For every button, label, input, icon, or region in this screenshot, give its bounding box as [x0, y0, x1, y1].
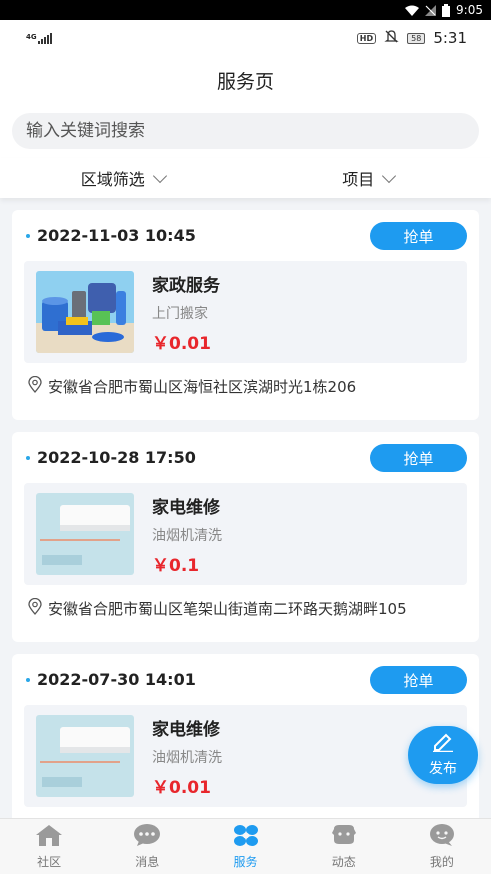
no-signal-icon [425, 4, 437, 16]
tab-service-label: 服务 [233, 855, 258, 869]
chevron-down-icon [382, 168, 397, 183]
tab-mine-label: 我的 [429, 855, 454, 869]
service-price: ￥0.01 [152, 334, 211, 354]
order-detail[interactable]: 家政服务 上门搬家 ￥0.01 [24, 261, 467, 363]
order-card[interactable]: 2022-10-28 17:50 抢单 家电维修 油烟机清洗 ￥0.1 安徽省合… [12, 432, 479, 642]
pencil-icon [431, 732, 455, 756]
tab-mine[interactable]: 我的 [393, 819, 491, 874]
tab-messages[interactable]: 消息 [98, 819, 196, 874]
order-detail[interactable]: 家电维修 油烟机清洗 ￥0.01 [24, 705, 467, 807]
hd-badge: HD [356, 32, 377, 44]
order-datetime: 2022-07-30 14:01 [26, 670, 196, 689]
service-price: ￥0.01 [152, 778, 211, 798]
order-datetime: 2022-10-28 17:50 [26, 448, 196, 467]
mute-bell-icon [384, 29, 399, 48]
order-address-text: 安徽省合肥市蜀山区海恒社区滨湖时光1栋206 [48, 378, 357, 396]
order-address: 安徽省合肥市蜀山区笔架山街道南二环路天鹅湖畔105 [28, 597, 407, 619]
filter-project-label: 项目 [342, 170, 375, 189]
service-title: 家电维修 [152, 498, 220, 518]
tab-community-label: 社区 [37, 855, 62, 869]
wifi-icon [405, 5, 420, 16]
order-datetime-text: 2022-10-28 17:50 [37, 448, 196, 467]
grab-order-button[interactable]: 抢单 [370, 666, 467, 694]
order-address-text: 安徽省合肥市蜀山区笔架山街道南二环路天鹅湖畔105 [48, 600, 407, 618]
publish-button[interactable]: 发布 [408, 726, 478, 784]
home-icon [35, 823, 63, 850]
chevron-down-icon [152, 168, 167, 183]
order-detail[interactable]: 家电维修 油烟机清洗 ￥0.1 [24, 483, 467, 585]
service-thumbnail-cleaning [36, 271, 134, 353]
page-title: 服务页 [216, 70, 274, 93]
chat-bubble-icon [133, 823, 161, 850]
signal-indicator: 4G [26, 32, 52, 44]
signal-bars-icon [37, 32, 52, 44]
app-status-row: 4G HD 58 5:31 [0, 20, 491, 56]
publish-label: 发布 [429, 761, 457, 777]
location-pin-icon [28, 597, 42, 619]
grab-order-button[interactable]: 抢单 [370, 444, 467, 472]
person-bubble-icon [428, 823, 456, 850]
order-datetime-text: 2022-07-30 14:01 [37, 670, 196, 689]
tab-feed[interactable]: 动态 [295, 819, 393, 874]
service-subtitle: 上门搬家 [152, 306, 208, 322]
service-thumbnail-air-conditioner [36, 715, 134, 797]
app-status-time: 5:31 [433, 29, 467, 47]
bullet-dot [26, 233, 30, 238]
search-bar[interactable] [12, 113, 479, 149]
service-title: 家政服务 [152, 276, 220, 296]
order-card[interactable]: 2022-11-03 10:45 抢单 家政服务 上门搬家 ￥0.01 安徽省合… [12, 210, 479, 420]
service-price: ￥0.1 [152, 556, 200, 576]
search-input[interactable] [26, 121, 446, 141]
service-title: 家电维修 [152, 720, 220, 740]
order-address: 安徽省合肥市蜀山区海恒社区滨湖时光1栋206 [28, 375, 357, 397]
filter-bar: 区域筛选 项目 [0, 158, 491, 198]
filter-region-label: 区域筛选 [80, 170, 145, 189]
grid-petals-icon [232, 823, 260, 850]
bullet-dot [26, 455, 30, 460]
location-pin-icon [28, 375, 42, 397]
battery-level: 58 [407, 32, 426, 44]
search-section [0, 104, 491, 158]
grab-order-button[interactable]: 抢单 [370, 222, 467, 250]
battery-icon [442, 3, 451, 17]
bullet-dot [26, 677, 30, 682]
tab-service[interactable]: 服务 [196, 819, 294, 874]
tab-messages-label: 消息 [135, 855, 160, 869]
service-subtitle: 油烟机清洗 [152, 750, 222, 766]
service-subtitle: 油烟机清洗 [152, 528, 222, 544]
order-datetime: 2022-11-03 10:45 [26, 226, 196, 245]
page-header: 服务页 [0, 56, 491, 104]
bottom-tab-bar: 社区 消息 服务 动态 我的 [0, 818, 491, 874]
system-status-bar: 9:05 [0, 0, 491, 20]
system-time: 9:05 [456, 3, 483, 17]
network-type: 4G [26, 32, 37, 41]
service-thumbnail-air-conditioner [36, 493, 134, 575]
tab-community[interactable]: 社区 [0, 819, 98, 874]
bubble-icon [330, 823, 358, 850]
order-datetime-text: 2022-11-03 10:45 [37, 226, 196, 245]
filter-project[interactable]: 项目 [246, 158, 491, 198]
tab-feed-label: 动态 [331, 855, 356, 869]
filter-region[interactable]: 区域筛选 [0, 158, 246, 198]
